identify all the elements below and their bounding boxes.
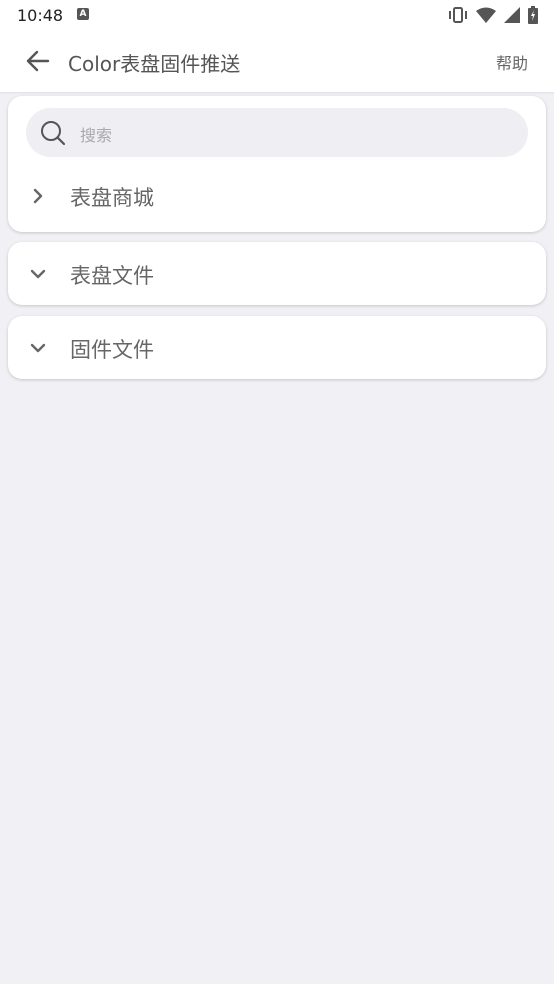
- search-icon: [41, 121, 66, 146]
- chevron-right-icon: [33, 188, 43, 204]
- status-time: 10:48: [17, 6, 64, 25]
- wifi-icon: [476, 7, 496, 23]
- app-bar: Color表盘固件推送 帮助: [0, 30, 554, 92]
- watchface-files-card[interactable]: 表盘文件: [8, 242, 546, 305]
- system-icons: [448, 6, 538, 24]
- section-label: 固件文件: [70, 338, 154, 362]
- chevron-down-icon: [30, 269, 46, 279]
- store-card: 搜索 表盘商城: [8, 96, 546, 232]
- signal-icon: [504, 7, 520, 23]
- back-arrow-icon[interactable]: [24, 49, 50, 73]
- chevron-down-icon: [30, 343, 46, 353]
- page-title: Color表盘固件推送: [68, 52, 241, 76]
- notification-a-icon: A: [77, 8, 89, 20]
- help-button[interactable]: 帮助: [496, 50, 528, 74]
- firmware-files-card[interactable]: 固件文件: [8, 316, 546, 379]
- status-bar: 10:48 A: [0, 0, 554, 30]
- search-placeholder: 搜索: [80, 126, 113, 145]
- search-input[interactable]: 搜索: [26, 108, 528, 157]
- section-row-store[interactable]: 表盘商城: [8, 172, 546, 220]
- section-label: 表盘文件: [70, 264, 154, 288]
- section-label: 表盘商城: [70, 186, 154, 210]
- battery-icon: [528, 6, 538, 24]
- vibrate-icon: [449, 7, 467, 23]
